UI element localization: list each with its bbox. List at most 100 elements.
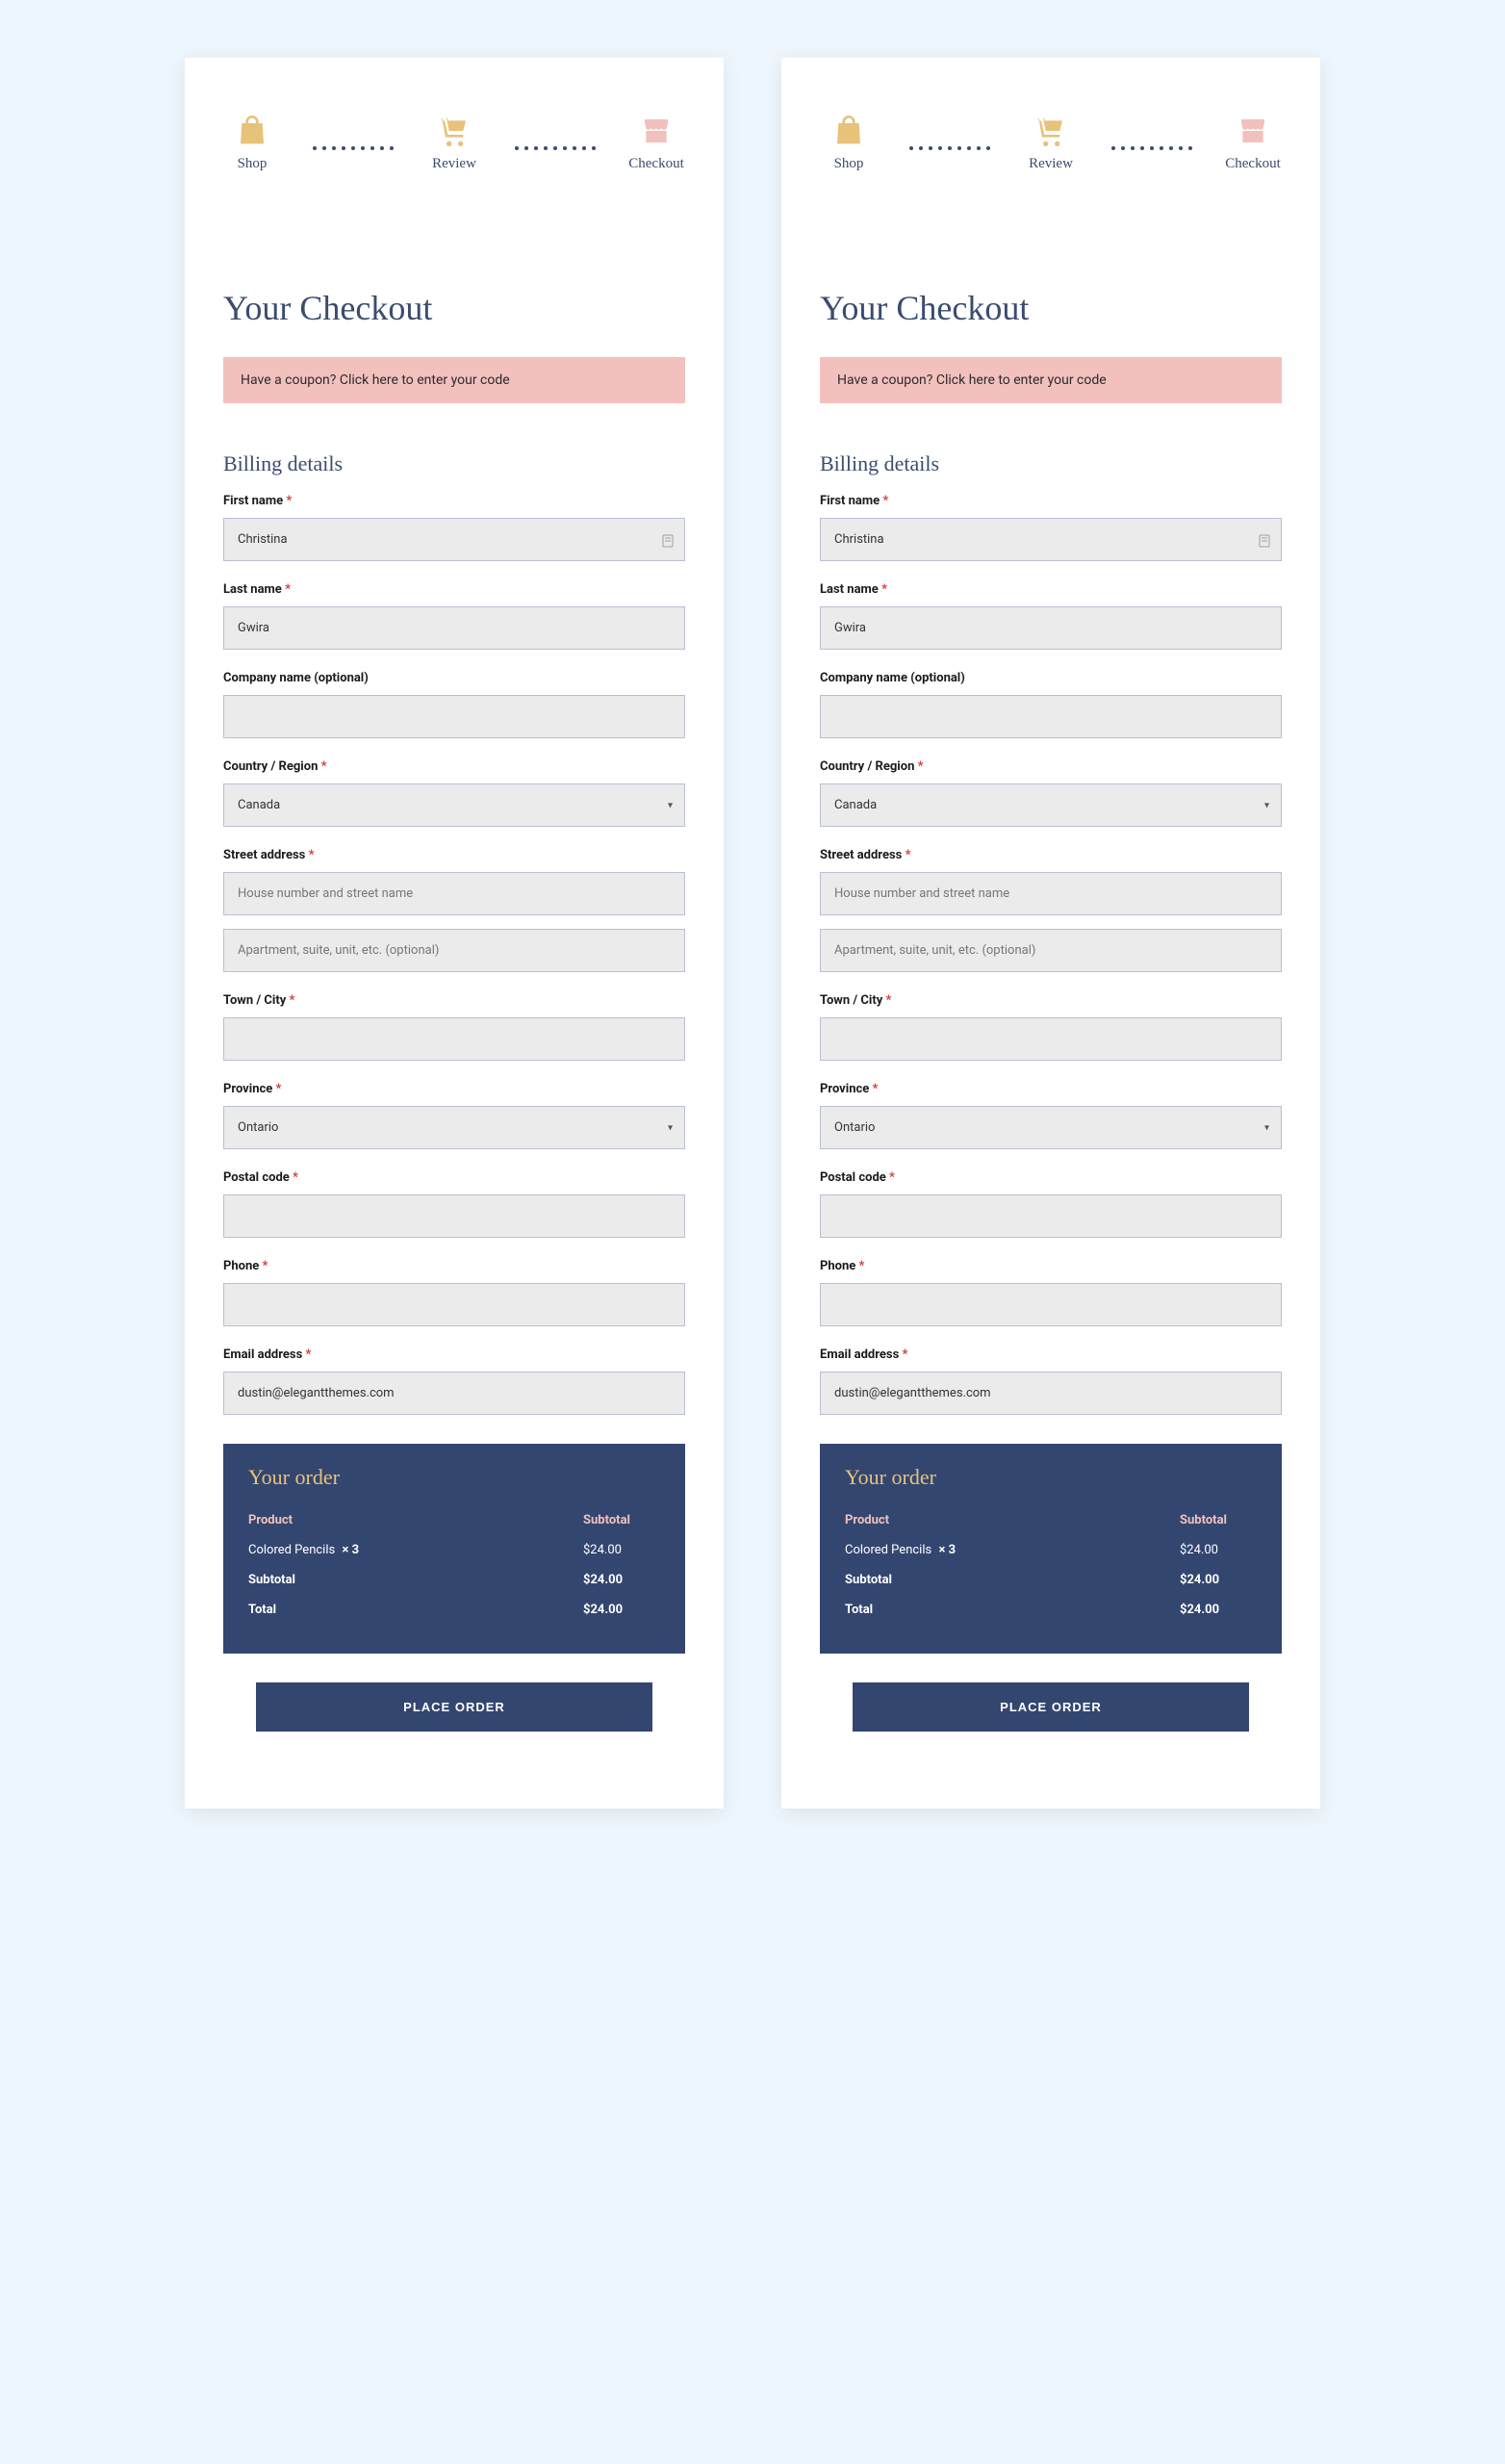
province-label: Province * (223, 1082, 685, 1096)
stepper-dots (885, 139, 1014, 150)
email-input[interactable] (223, 1372, 685, 1415)
city-field: Town / City * (223, 993, 685, 1061)
order-head-subtotal: Subtotal (1180, 1513, 1257, 1527)
email-label: Email address * (223, 1348, 685, 1362)
street2-input[interactable] (820, 929, 1282, 972)
order-subtotal-value: $24.00 (583, 1573, 660, 1587)
order-total-label: Total (248, 1603, 276, 1617)
phone-field: Phone * (820, 1259, 1282, 1326)
step-checkout[interactable]: Checkout (1224, 116, 1282, 172)
country-label: Country / Region * (223, 759, 685, 774)
chevron-down-icon: ▾ (1264, 800, 1269, 810)
phone-input[interactable] (820, 1283, 1282, 1326)
country-select[interactable]: Canada ▾ (223, 783, 685, 827)
postal-input[interactable] (820, 1194, 1282, 1238)
last-name-input[interactable] (820, 606, 1282, 650)
order-total-label: Total (845, 1603, 873, 1617)
stepper: Shop Review Checkout (223, 116, 685, 172)
street1-input[interactable] (223, 872, 685, 915)
order-item-name: Colored Pencils (845, 1543, 931, 1557)
postal-field: Postal code * (820, 1170, 1282, 1238)
postal-label: Postal code * (223, 1170, 685, 1185)
street2-input[interactable] (223, 929, 685, 972)
coupon-bar[interactable]: Have a coupon? Click here to enter your … (223, 357, 685, 403)
province-select[interactable]: Ontario ▾ (820, 1106, 1282, 1149)
last-name-label: Last name * (223, 582, 685, 597)
step-review[interactable]: Review (1022, 116, 1080, 172)
step-review-label: Review (1029, 156, 1073, 172)
country-select[interactable]: Canada ▾ (820, 783, 1282, 827)
place-order-button[interactable]: PLACE ORDER (256, 1682, 653, 1732)
contact-icon (1259, 533, 1270, 547)
first-name-input[interactable] (223, 518, 685, 561)
checkout-page: Shop Review Checkout Your Checkout Have … (781, 58, 1320, 1809)
city-input[interactable] (223, 1017, 685, 1061)
bag-icon (833, 116, 864, 146)
city-label: Town / City * (820, 993, 1282, 1008)
province-label: Province * (820, 1082, 1282, 1096)
contact-icon (662, 533, 674, 547)
order-subtotal-row: Subtotal $24.00 (845, 1565, 1257, 1595)
step-shop[interactable]: Shop (223, 116, 281, 172)
email-label: Email address * (820, 1348, 1282, 1362)
order-item-price: $24.00 (1180, 1543, 1257, 1557)
bag-icon (237, 116, 268, 146)
street1-input[interactable] (820, 872, 1282, 915)
company-label: Company name (optional) (820, 671, 1282, 685)
step-shop[interactable]: Shop (820, 116, 878, 172)
phone-field: Phone * (223, 1259, 685, 1326)
order-subtotal-label: Subtotal (845, 1573, 892, 1587)
province-value: Ontario (834, 1120, 875, 1135)
order-item-row: Colored Pencils × 3 $24.00 (248, 1535, 660, 1565)
postal-label: Postal code * (820, 1170, 1282, 1185)
city-field: Town / City * (820, 993, 1282, 1061)
billing-heading: Billing details (223, 451, 685, 476)
company-input[interactable] (223, 695, 685, 738)
phone-label: Phone * (820, 1259, 1282, 1273)
city-label: Town / City * (223, 993, 685, 1008)
step-checkout[interactable]: Checkout (627, 116, 685, 172)
step-review[interactable]: Review (425, 116, 483, 172)
place-order-button[interactable]: PLACE ORDER (853, 1682, 1250, 1732)
country-field: Country / Region * Canada ▾ (223, 759, 685, 827)
order-total-row: Total $24.00 (845, 1595, 1257, 1625)
first-name-field: First name * (223, 494, 685, 561)
company-label: Company name (optional) (223, 671, 685, 685)
step-review-label: Review (432, 156, 476, 172)
step-shop-label: Shop (238, 156, 268, 172)
province-select[interactable]: Ontario ▾ (223, 1106, 685, 1149)
province-field: Province * Ontario ▾ (223, 1082, 685, 1149)
postal-field: Postal code * (223, 1170, 685, 1238)
cart-icon (439, 116, 470, 146)
order-head-product: Product (845, 1513, 889, 1527)
order-summary: Your order Product Subtotal Colored Penc… (820, 1444, 1282, 1654)
phone-input[interactable] (223, 1283, 685, 1326)
city-input[interactable] (820, 1017, 1282, 1061)
last-name-input[interactable] (223, 606, 685, 650)
order-title: Your order (845, 1465, 1257, 1490)
store-icon (1237, 116, 1268, 146)
order-item-cell: Colored Pencils × 3 (845, 1543, 956, 1557)
email-field: Email address * (820, 1348, 1282, 1415)
chevron-down-icon: ▾ (668, 1122, 673, 1133)
company-field: Company name (optional) (223, 671, 685, 738)
first-name-field: First name * (820, 494, 1282, 561)
page-title: Your Checkout (223, 288, 685, 328)
first-name-label: First name * (223, 494, 685, 508)
store-icon (641, 116, 672, 146)
first-name-input[interactable] (820, 518, 1282, 561)
country-value: Canada (238, 798, 280, 812)
company-field: Company name (optional) (820, 671, 1282, 738)
company-input[interactable] (820, 695, 1282, 738)
coupon-bar[interactable]: Have a coupon? Click here to enter your … (820, 357, 1282, 403)
street-label: Street address * (820, 848, 1282, 862)
step-checkout-label: Checkout (1225, 156, 1281, 172)
postal-input[interactable] (223, 1194, 685, 1238)
order-head-product: Product (248, 1513, 293, 1527)
order-subtotal-value: $24.00 (1180, 1573, 1257, 1587)
order-header-row: Product Subtotal (248, 1505, 660, 1535)
step-checkout-label: Checkout (628, 156, 684, 172)
checkout-page: Shop Review Checkout Your Checkout Have … (185, 58, 724, 1809)
street-field: Street address * (820, 848, 1282, 972)
email-input[interactable] (820, 1372, 1282, 1415)
